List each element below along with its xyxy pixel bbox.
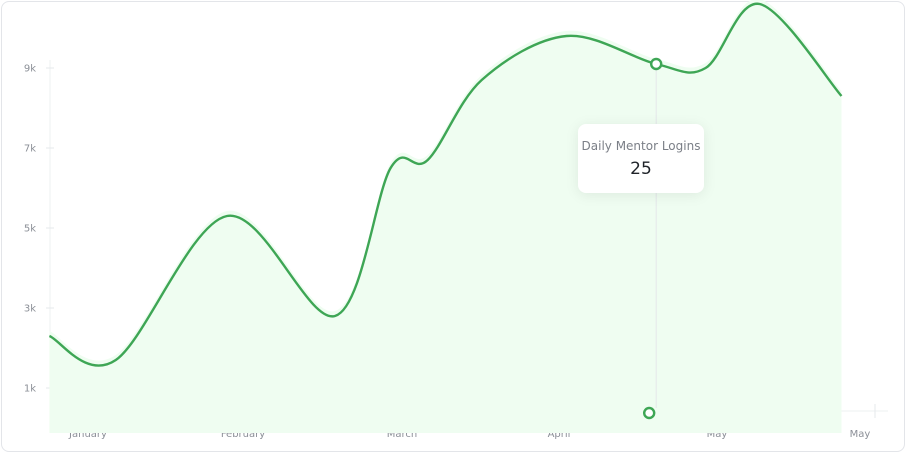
area-chart: 1k3k5k7k9k January February March April May M… xyxy=(24,0,888,440)
tooltip-title: Daily Mentor Logins xyxy=(581,139,701,153)
hover-axis-marker[interactable] xyxy=(642,406,656,420)
y-tick-label: 1k xyxy=(24,384,36,395)
x-tick-label: May xyxy=(850,429,871,440)
y-tick-label: 3k xyxy=(24,304,36,315)
y-tick-label: 5k xyxy=(24,224,36,235)
y-tick-label: 9k xyxy=(24,64,36,75)
series-area-fill xyxy=(49,0,842,433)
chart-tooltip: Daily Mentor Logins 25 xyxy=(578,124,704,193)
tooltip-value: 25 xyxy=(630,159,652,179)
hover-data-point[interactable] xyxy=(649,57,663,71)
y-tick-label: 7k xyxy=(24,144,36,155)
